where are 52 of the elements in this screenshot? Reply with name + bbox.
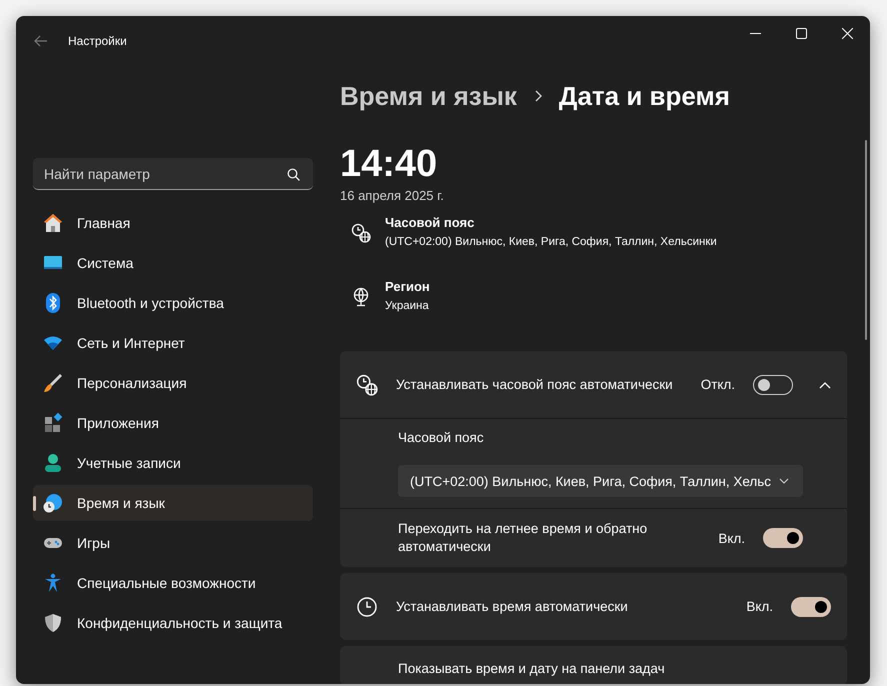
sidebar-item[interactable]: Учетные записи bbox=[33, 445, 313, 481]
home-icon bbox=[43, 213, 63, 233]
accessibility-icon bbox=[43, 573, 63, 593]
sidebar-item[interactable]: Сеть и Интернет bbox=[33, 325, 313, 361]
sidebar-item[interactable]: Конфиденциальность и защита bbox=[33, 605, 313, 641]
toggle-state: Вкл. bbox=[718, 530, 746, 546]
toggle-switch[interactable] bbox=[763, 528, 804, 548]
breadcrumb-link[interactable]: Время и язык bbox=[340, 80, 517, 112]
sidebar-item[interactable]: Персонализация bbox=[33, 365, 313, 401]
page-title: Дата и время bbox=[558, 80, 730, 112]
setting-label: Часовой пояс bbox=[398, 430, 485, 445]
apps-icon bbox=[43, 413, 63, 433]
sidebar-item[interactable]: Время и язык bbox=[33, 485, 313, 521]
brush-icon bbox=[43, 373, 63, 393]
clock-globe-icon bbox=[351, 223, 371, 243]
info-title: Часовой пояс bbox=[385, 215, 476, 230]
search-field[interactable]: Найти параметр bbox=[33, 158, 313, 190]
maximize-icon bbox=[796, 28, 806, 38]
current-time: 14:40 bbox=[340, 142, 438, 186]
toggle-state: Вкл. bbox=[746, 599, 774, 614]
globe-icon bbox=[351, 287, 371, 307]
back-arrow-icon[interactable] bbox=[34, 34, 48, 48]
toggle-switch[interactable] bbox=[753, 374, 794, 394]
chevron-up-icon[interactable] bbox=[819, 380, 832, 388]
sidebar-item[interactable]: Система bbox=[33, 245, 313, 281]
clock-icon bbox=[356, 596, 378, 618]
sidebar-item[interactable]: Специальные возможности bbox=[33, 565, 313, 601]
setting-label: Показывать время и дату на панели задач bbox=[398, 661, 665, 676]
chevron-down-icon bbox=[779, 478, 790, 484]
clock-globe-icon bbox=[356, 374, 378, 396]
sidebar-item[interactable]: Главная bbox=[33, 205, 313, 241]
toggle-switch[interactable] bbox=[791, 596, 832, 616]
bluetooth-icon bbox=[43, 293, 63, 313]
info-value: (UTC+02:00) Вильнюс, Киев, Рига, София, Таллин, Хельсинки bbox=[385, 236, 717, 248]
sidebar-item[interactable]: Игры bbox=[33, 525, 313, 561]
toggle-state: Откл. bbox=[700, 377, 736, 392]
setting-label: Устанавливать часовой пояс автоматически bbox=[396, 377, 674, 392]
sidebar-item[interactable]: Приложения bbox=[33, 405, 313, 441]
current-date: 16 апреля 2025 г. bbox=[340, 188, 445, 203]
search-icon bbox=[287, 168, 300, 181]
globe-clock-icon bbox=[43, 493, 63, 513]
info-value: Украина bbox=[385, 300, 430, 312]
person-icon bbox=[43, 453, 63, 473]
shield-icon bbox=[43, 613, 63, 633]
sidebar-item[interactable]: Bluetooth и устройства bbox=[33, 285, 313, 321]
info-title: Регион bbox=[385, 279, 430, 294]
setting-label: Устанавливать время автоматически bbox=[396, 599, 629, 614]
timezone-dropdown[interactable]: (UTC+02:00) Вильнюс, Киев, Рига, София, Таллин, Хельс bbox=[398, 465, 804, 497]
chevron-right-icon bbox=[532, 90, 543, 102]
setting-label: Переходить на летнее время и обратно автоматически bbox=[398, 520, 648, 556]
close-icon bbox=[842, 28, 852, 38]
window-title: Настройки bbox=[68, 34, 127, 48]
